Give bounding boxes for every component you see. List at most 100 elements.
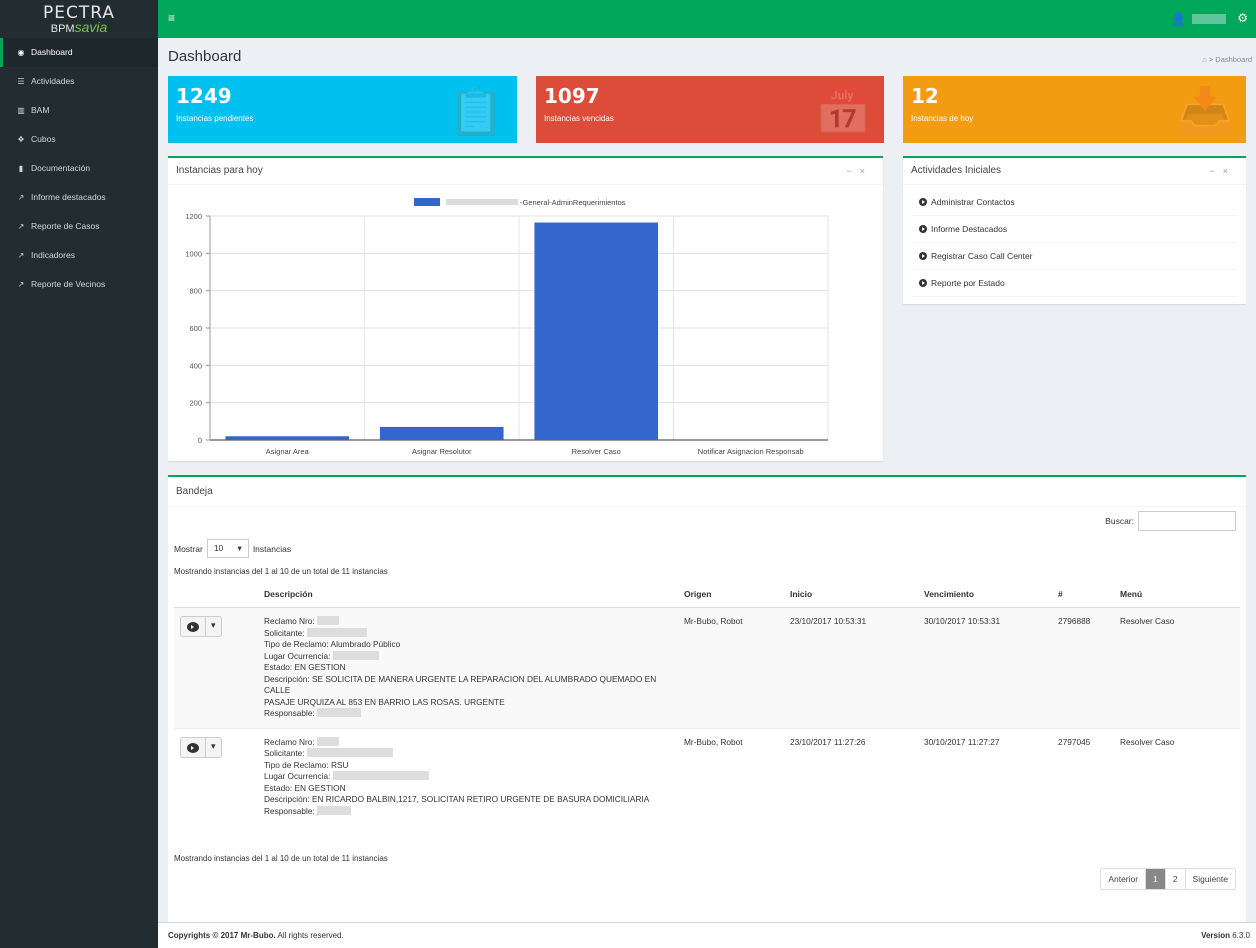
cell-menu[interactable]: Resolver Caso bbox=[1114, 727, 1240, 825]
activity-link[interactable]: Reporte por Estado bbox=[911, 270, 1238, 297]
y-tick-label: 800 bbox=[189, 287, 202, 296]
external-link-icon: ↗ bbox=[17, 222, 25, 231]
bandeja-title: Bandeja bbox=[168, 477, 1246, 507]
play-button[interactable] bbox=[181, 738, 205, 757]
row-action-group[interactable]: ▾ bbox=[180, 616, 222, 637]
page-length-value: 10 bbox=[213, 543, 224, 553]
bar bbox=[534, 222, 659, 440]
stat-box: 12 Instancias de hoy 📥 bbox=[903, 76, 1246, 143]
col-header[interactable]: Vencimiento bbox=[918, 581, 1052, 608]
page-length-select[interactable]: 10 ▾ bbox=[206, 539, 249, 558]
bar bbox=[379, 426, 504, 440]
description-line: Estado: EN GESTION bbox=[264, 662, 672, 674]
settings-gear-icon[interactable]: ⚙ bbox=[1237, 11, 1248, 25]
col-header[interactable]: # bbox=[1052, 581, 1114, 608]
dropdown-caret-icon[interactable]: ▾ bbox=[205, 737, 221, 757]
sidebar-item-informe-destacados[interactable]: ↗ Informe destacados bbox=[0, 183, 158, 212]
col-header[interactable]: Menú bbox=[1114, 581, 1240, 608]
stat-box: 1249 Instancias pendientes 📋 bbox=[168, 76, 517, 143]
pager-item[interactable]: Siguiente bbox=[1184, 869, 1235, 889]
activity-link[interactable]: Administrar Contactos bbox=[911, 189, 1238, 216]
description-line: Reclamo Nro: bbox=[264, 736, 672, 749]
pager-item[interactable]: 1 bbox=[1145, 869, 1165, 889]
menu-toggle-icon[interactable]: ≡ bbox=[168, 11, 175, 25]
description-text: Descripción: SE SOLICITA DE MANERA URGEN… bbox=[264, 673, 657, 696]
description-line: Responsable: bbox=[264, 708, 672, 720]
sidebar-item-dashboard[interactable]: ◉ Dashboard bbox=[0, 38, 158, 67]
sidebar-item-bam[interactable]: ▥ BAM bbox=[0, 96, 158, 125]
sidebar-item-cubos[interactable]: ❖ Cubos bbox=[0, 125, 158, 154]
activity-label: Informe Destacados bbox=[931, 224, 1008, 234]
close-icon[interactable]: × bbox=[860, 166, 873, 176]
activities-title: Actividades Iniciales bbox=[903, 158, 1246, 185]
description-line: Lugar Ocurrencia: bbox=[264, 771, 672, 783]
main-content: Dashboard ⌂ > Dashboard 1249 Instancias p… bbox=[158, 38, 1256, 930]
dropdown-caret-icon[interactable]: ▾ bbox=[205, 617, 221, 636]
cell-inicio: 23/10/2017 10:53:31 bbox=[784, 607, 918, 728]
table-row[interactable]: ▾ Reclamo Nro: Solicitante: Tipo de Recla… bbox=[174, 727, 1240, 825]
redacted-value bbox=[332, 771, 429, 780]
activity-link[interactable]: Registrar Caso Call Center bbox=[911, 243, 1238, 270]
col-header[interactable]: Descripción bbox=[258, 581, 678, 608]
external-link-icon: ↗ bbox=[17, 251, 25, 260]
collapse-icon[interactable]: − bbox=[1209, 166, 1222, 176]
table-row[interactable]: ▾ Reclamo Nro: Solicitante: Tipo de Recla… bbox=[174, 607, 1240, 728]
col-header[interactable]: Origen bbox=[678, 581, 784, 608]
activities-box: Actividades Iniciales −× Administrar Con… bbox=[903, 156, 1246, 304]
box-tools: −× bbox=[846, 166, 873, 176]
home-icon[interactable]: ⌂ bbox=[1202, 55, 1207, 64]
activity-label: Registrar Caso Call Center bbox=[931, 251, 1033, 261]
redacted-value bbox=[317, 616, 340, 625]
user-menu[interactable]: 👤 bbox=[1171, 12, 1226, 26]
chart-box-title: Instancias para hoy bbox=[168, 158, 883, 185]
cell-num: 2797045 bbox=[1052, 727, 1114, 825]
description-text: Solicitante: bbox=[264, 627, 305, 638]
description-text: Tipo de Reclamo: Alumbrado Público bbox=[264, 639, 401, 649]
logo-line2: BPMsavia bbox=[0, 19, 158, 35]
legend-label: -General-AdminRequerimientos bbox=[520, 198, 626, 207]
description-line: Solicitante: bbox=[264, 627, 672, 640]
sidebar-item-reporte-de-casos[interactable]: ↗ Reporte de Casos bbox=[0, 212, 158, 241]
logo[interactable]: PECTRA BPMsavia bbox=[0, 0, 158, 38]
version: Version 6.3.0 bbox=[1201, 931, 1250, 940]
sidebar-item-documentaci-n[interactable]: ▮ Documentación bbox=[0, 154, 158, 183]
redacted-value bbox=[317, 708, 362, 717]
play-circle-icon bbox=[187, 622, 199, 632]
close-icon[interactable]: × bbox=[1223, 166, 1236, 176]
description-line: Tipo de Reclamo: Alumbrado Público bbox=[264, 639, 672, 651]
description-text: Responsable: bbox=[264, 708, 315, 718]
play-button[interactable] bbox=[181, 617, 205, 636]
y-tick-label: 1200 bbox=[185, 212, 202, 221]
pager-item[interactable]: Anterior bbox=[1101, 869, 1145, 889]
chevron-down-icon: ▾ bbox=[237, 543, 242, 553]
user-name-redacted bbox=[1192, 14, 1226, 24]
chart-box: Instancias para hoy −× 0 200 400 600 800 1000… bbox=[168, 156, 883, 461]
collapse-icon[interactable]: − bbox=[846, 166, 859, 176]
redacted-value bbox=[306, 627, 367, 637]
search-area: Buscar: bbox=[1105, 511, 1236, 531]
cell-vencimiento: 30/10/2017 10:53:31 bbox=[918, 607, 1052, 728]
pager-item[interactable]: 2 bbox=[1164, 869, 1185, 889]
sidebar-item-actividades[interactable]: ☰ Actividades bbox=[0, 67, 158, 96]
description-text: Responsable: bbox=[264, 805, 315, 816]
sidebar-item-label: Dashboard bbox=[31, 47, 73, 57]
cell-descripcion: Reclamo Nro: Solicitante: Tipo de Reclam… bbox=[258, 607, 678, 728]
logo-savia: savia bbox=[74, 19, 108, 35]
redacted-value bbox=[317, 805, 352, 815]
sidebar-item-reporte-de-vecinos[interactable]: ↗ Reporte de Vecinos bbox=[0, 270, 158, 299]
external-link-icon: ↗ bbox=[17, 193, 25, 202]
y-tick-label: 0 bbox=[198, 436, 202, 445]
calendar-icon: 📅 bbox=[814, 85, 872, 137]
bar-chart: 0 200 400 600 800 1000 1200 Asignar Area Asignar… bbox=[185, 198, 829, 456]
sidebar-item-indicadores[interactable]: ↗ Indicadores bbox=[0, 241, 158, 270]
cell-menu[interactable]: Resolver Caso bbox=[1114, 607, 1240, 728]
col-actions bbox=[174, 581, 258, 608]
activity-link[interactable]: Informe Destacados bbox=[911, 216, 1238, 243]
search-input[interactable] bbox=[1138, 511, 1236, 531]
description-line: Estado: EN GESTION bbox=[264, 783, 672, 795]
col-header[interactable]: Inicio bbox=[784, 581, 918, 608]
y-tick-label: 1000 bbox=[185, 249, 202, 258]
dashboard-icon: ◉ bbox=[17, 48, 25, 57]
row-action-group[interactable]: ▾ bbox=[180, 736, 222, 758]
x-tick-label: Resolver Caso bbox=[572, 447, 621, 456]
